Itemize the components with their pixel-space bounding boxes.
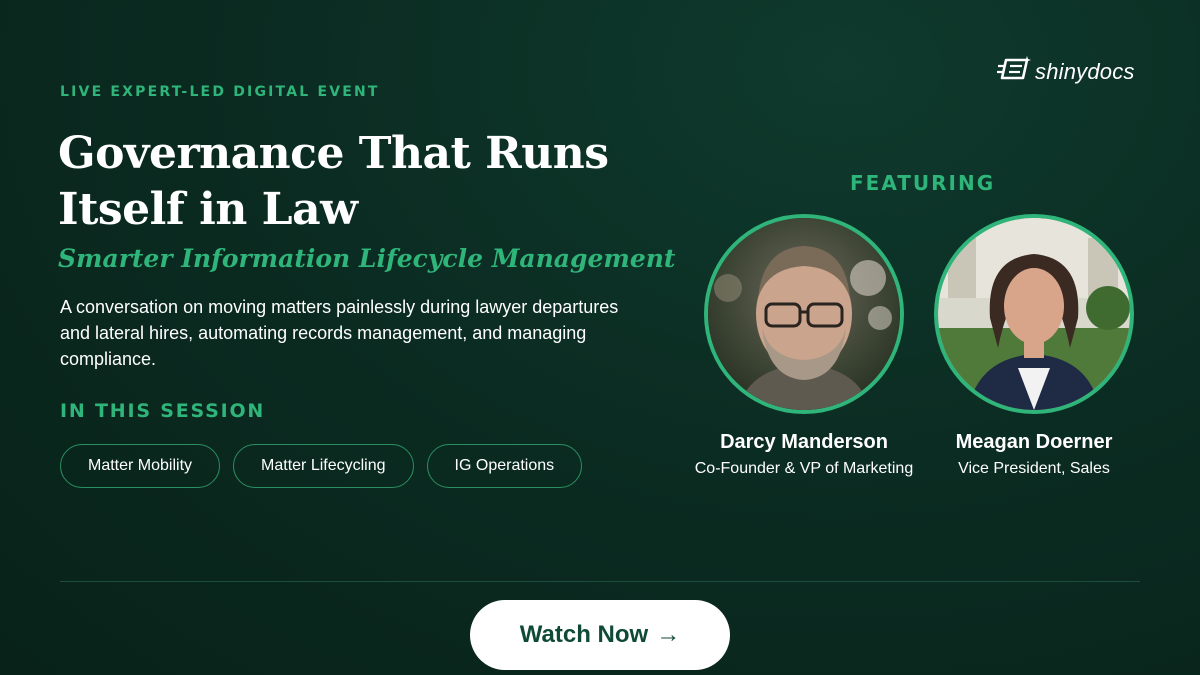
shinydocs-logo-icon: [997, 56, 1031, 87]
session-topics: Matter Mobility Matter Lifecycling IG Op…: [60, 444, 583, 488]
watch-now-label: Watch Now: [519, 621, 649, 648]
event-eyebrow: LIVE EXPERT-LED DIGITAL EVENT: [60, 84, 380, 100]
speaker-name: Darcy Manderson: [720, 431, 888, 453]
topic-pill[interactable]: Matter Mobility: [60, 444, 221, 488]
event-title: Governance That Runs Itself in Law: [58, 128, 609, 235]
logo-text: shinydocs: [1035, 58, 1135, 84]
divider: [60, 581, 1140, 582]
speaker-name: Meagan Doerner: [955, 431, 1113, 453]
topic-pill[interactable]: IG Operations: [426, 444, 583, 488]
brand-logo: shinydocs: [997, 56, 1135, 87]
event-subtitle: Smarter Information Lifecycle Management: [58, 244, 676, 273]
speaker-photo: [934, 214, 1134, 414]
speaker-photo: [704, 214, 904, 414]
session-heading: IN THIS SESSION: [60, 400, 266, 422]
watch-now-button[interactable]: Watch Now →: [470, 600, 730, 670]
speaker-role: Co-Founder & VP of Marketing: [694, 460, 914, 477]
arrow-right-icon: →: [656, 621, 681, 648]
event-description: A conversation on moving matters painles…: [60, 297, 619, 369]
topic-pill[interactable]: Matter Lifecycling: [233, 444, 414, 488]
speaker-role: Vice President, Sales: [958, 460, 1110, 477]
featuring-heading: FEATURING: [850, 171, 996, 195]
